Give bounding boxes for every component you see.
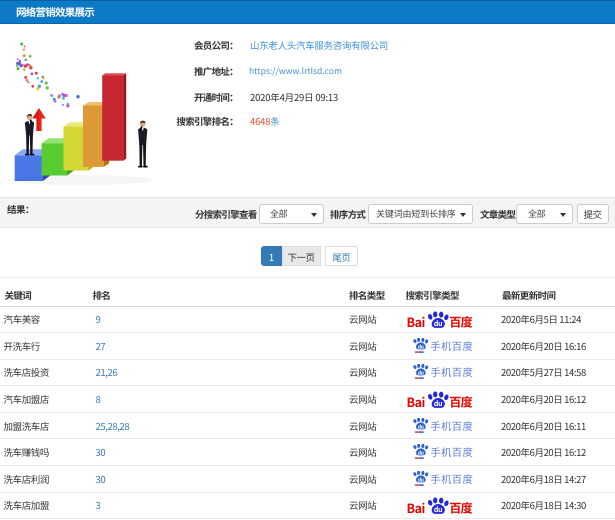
svg-text:du: du bbox=[417, 423, 423, 430]
svg-text:du: du bbox=[417, 450, 423, 457]
svg-text:手机百度: 手机百度 bbox=[430, 338, 473, 353]
svg-text:百度: 百度 bbox=[449, 499, 472, 514]
svg-text:Bai: Bai bbox=[407, 498, 425, 514]
svg-text:du: du bbox=[417, 343, 423, 350]
svg-text:手机百度: 手机百度 bbox=[430, 364, 473, 379]
svg-text:手机百度: 手机百度 bbox=[430, 471, 473, 486]
svg-text:du: du bbox=[434, 399, 443, 408]
svg-text:百度: 百度 bbox=[449, 393, 472, 408]
svg-text:百度: 百度 bbox=[449, 313, 472, 328]
svg-text:du: du bbox=[417, 476, 423, 483]
svg-text:du: du bbox=[434, 506, 443, 515]
svg-text:du: du bbox=[417, 370, 423, 377]
svg-text:Bai: Bai bbox=[407, 312, 425, 328]
svg-text:手机百度: 手机百度 bbox=[430, 418, 473, 433]
svg-text:Bai: Bai bbox=[407, 392, 425, 408]
svg-text:手机百度: 手机百度 bbox=[430, 444, 473, 459]
svg-text:du: du bbox=[434, 319, 443, 328]
